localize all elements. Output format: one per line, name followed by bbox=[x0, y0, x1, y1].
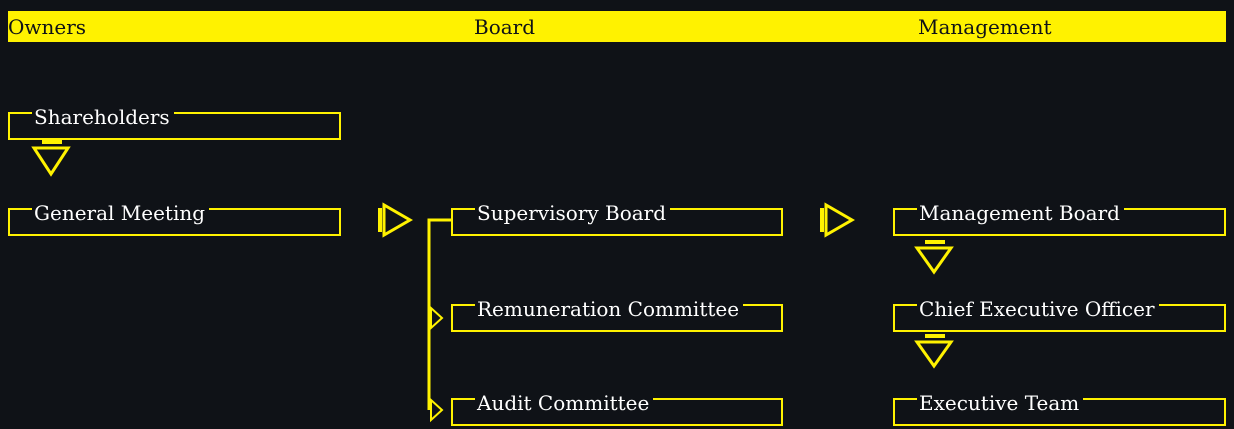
node-shareholders: Shareholders bbox=[8, 104, 341, 140]
node-label: Supervisory Board bbox=[475, 200, 671, 226]
node-label: Chief Executive Officer bbox=[917, 296, 1159, 322]
arrow-right-icon bbox=[430, 397, 444, 423]
arrow-stem-shareholders bbox=[42, 140, 62, 144]
node-chief-executive-officer: Chief Executive Officer bbox=[893, 296, 1226, 332]
node-remuneration-committee: Remuneration Committee bbox=[451, 296, 783, 332]
node-label: Audit Committee bbox=[475, 390, 654, 416]
committee-bracket-line bbox=[427, 218, 453, 410]
node-label: General Meeting bbox=[32, 200, 210, 226]
arrow-right-icon bbox=[430, 305, 444, 331]
arrow-down-icon bbox=[31, 146, 71, 177]
node-label: Remuneration Committee bbox=[475, 296, 744, 322]
arrow-stem-ceo bbox=[925, 334, 945, 338]
node-executive-team: Executive Team bbox=[893, 390, 1226, 426]
arrow-stem-general-meeting bbox=[378, 208, 382, 232]
arrow-right-icon bbox=[824, 202, 856, 238]
arrow-down-icon bbox=[914, 246, 954, 275]
node-general-meeting: General Meeting bbox=[8, 200, 341, 236]
node-label: Management Board bbox=[917, 200, 1124, 226]
arrow-right-icon bbox=[382, 202, 414, 238]
arrow-down-icon bbox=[914, 340, 954, 369]
arrow-stem-management-board bbox=[925, 240, 945, 244]
node-audit-committee: Audit Committee bbox=[451, 390, 783, 426]
node-supervisory-board: Supervisory Board bbox=[451, 200, 783, 236]
arrow-stem-supervisory bbox=[820, 208, 824, 232]
node-label: Executive Team bbox=[917, 390, 1084, 416]
node-management-board: Management Board bbox=[893, 200, 1226, 236]
node-label: Shareholders bbox=[32, 104, 174, 130]
